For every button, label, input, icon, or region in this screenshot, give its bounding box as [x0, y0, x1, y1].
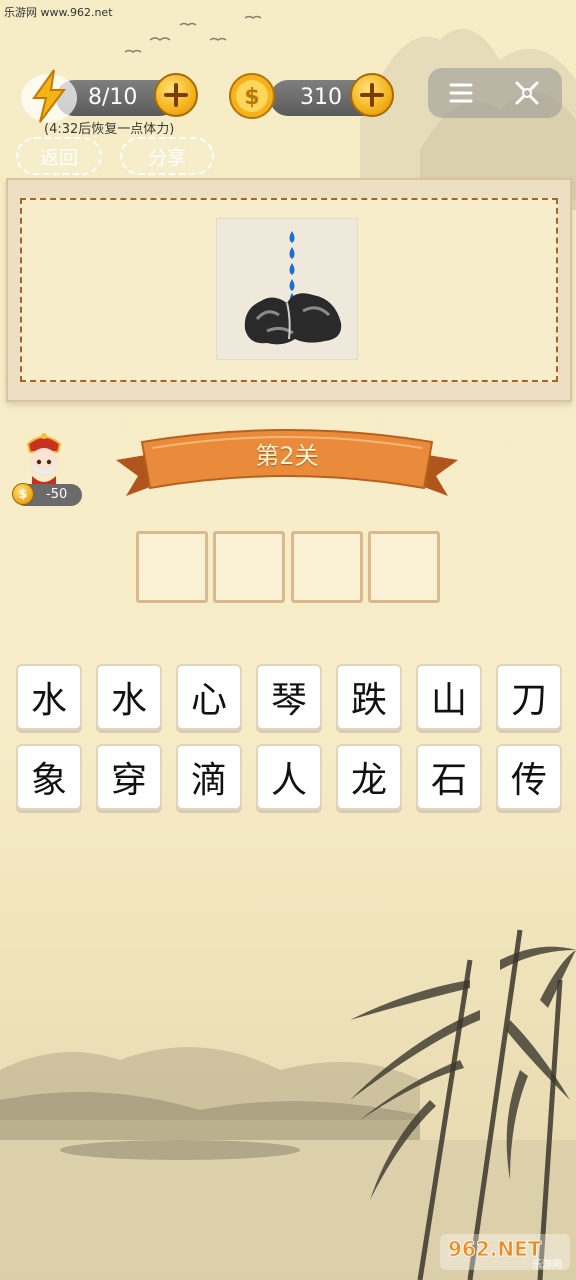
char-tile[interactable]: 水 [16, 664, 82, 730]
svg-text:962.NET: 962.NET [448, 1237, 542, 1261]
menu-icon [449, 83, 473, 103]
menu-button[interactable] [430, 68, 492, 118]
answer-slot[interactable] [213, 531, 285, 603]
energy-value: 8/10 [88, 85, 138, 110]
coin-icon: $ [228, 72, 276, 120]
char-tile[interactable]: 穿 [96, 744, 162, 810]
char-tile[interactable]: 刀 [496, 664, 562, 730]
watermark-text: 乐游网 www.962.net [4, 6, 113, 19]
char-tile[interactable]: 龙 [336, 744, 402, 810]
char-tile[interactable]: 象 [16, 744, 82, 810]
control-panel [428, 68, 562, 118]
char-tile[interactable]: 人 [256, 744, 322, 810]
level-title: 第2关 [255, 442, 319, 470]
char-tile[interactable]: 琴 [256, 664, 322, 730]
char-tile[interactable]: 石 [416, 744, 482, 810]
energy-recover-timer: (4:32后恢复一点体力) [44, 122, 175, 137]
add-coins-button[interactable] [350, 73, 394, 117]
char-tile[interactable]: 传 [496, 744, 562, 810]
close-button[interactable] [496, 68, 558, 118]
hint-cost-value: -50 [46, 487, 68, 502]
char-tile[interactable]: 山 [416, 664, 482, 730]
plus-icon [360, 83, 384, 107]
puzzle-image-water-dripping-stone [216, 218, 358, 360]
svg-text:乐游网: 乐游网 [532, 1258, 562, 1271]
character-avatar [18, 430, 70, 486]
svg-text:$: $ [244, 85, 259, 110]
close-icon [515, 81, 539, 105]
site-logo: 962.NET 乐游网 [440, 1232, 570, 1272]
answer-slot[interactable] [368, 531, 440, 603]
coin-icon: $ [12, 483, 34, 505]
share-button[interactable]: 分享 [120, 137, 214, 175]
add-energy-button[interactable] [154, 73, 198, 117]
lightning-icon [18, 64, 80, 126]
answer-slot[interactable] [291, 531, 363, 603]
char-tile[interactable]: 滴 [176, 744, 242, 810]
coin-value: 310 [300, 85, 342, 110]
answer-slot[interactable] [136, 531, 208, 603]
char-tile[interactable]: 跌 [336, 664, 402, 730]
plus-icon [164, 83, 188, 107]
back-button[interactable]: 返回 [16, 137, 102, 175]
char-tile[interactable]: 水 [96, 664, 162, 730]
char-tile[interactable]: 心 [176, 664, 242, 730]
